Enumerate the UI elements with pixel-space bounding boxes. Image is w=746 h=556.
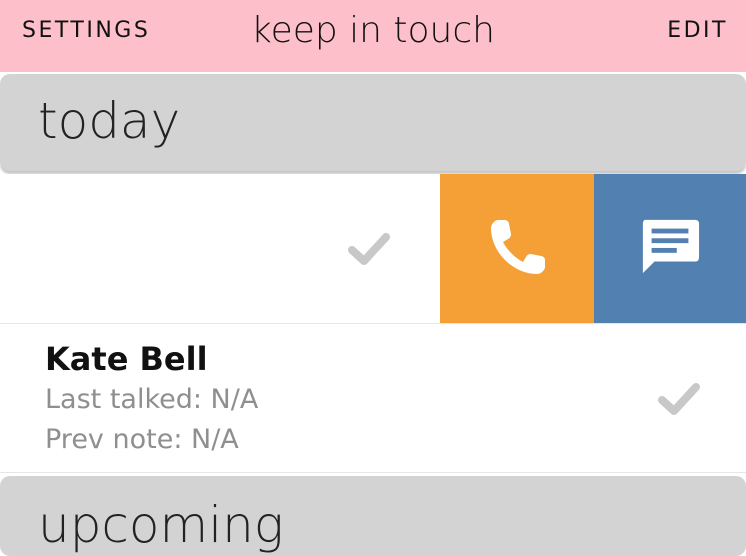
section-header-today: today: [0, 74, 746, 171]
list-item-swiped[interactable]: [0, 174, 746, 324]
checkmark-icon[interactable]: [346, 226, 392, 272]
prev-note-text: Prev note: N/A: [45, 424, 239, 455]
last-talked-text: Last talked: N/A: [45, 384, 259, 415]
message-button[interactable]: [594, 174, 746, 323]
edit-button[interactable]: EDIT: [667, 18, 728, 43]
app-title: keep in touch: [251, 10, 495, 51]
nav-bar: SETTINGS keep in touch EDIT: [0, 0, 746, 72]
contact-name: Kate Bell: [45, 340, 208, 378]
checkmark-icon[interactable]: [656, 376, 702, 422]
list-item-contact[interactable]: Kate Bell Last talked: N/A Prev note: N/…: [0, 324, 746, 473]
section-header-upcoming: upcoming: [0, 476, 746, 556]
phone-icon: [491, 220, 545, 274]
section-title-upcoming: upcoming: [38, 496, 284, 554]
section-title-today: today: [38, 92, 181, 150]
call-button[interactable]: [440, 174, 594, 323]
message-icon: [642, 219, 700, 274]
